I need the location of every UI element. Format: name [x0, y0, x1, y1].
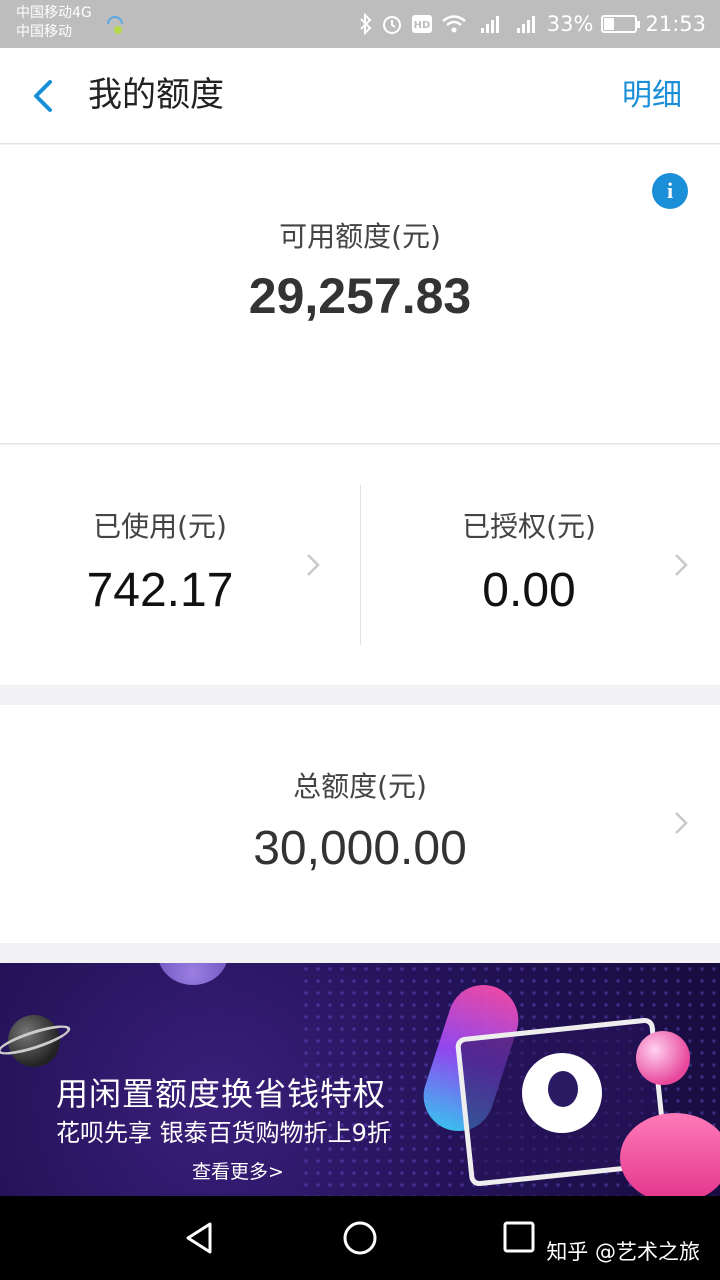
- available-credit-value: 29,257.83: [248, 268, 472, 324]
- clock: 21:53: [645, 12, 706, 36]
- chevron-right-icon: [675, 812, 688, 834]
- detail-link[interactable]: 明细: [622, 76, 682, 116]
- back-arrow-icon[interactable]: [24, 76, 64, 116]
- battery-percent: 33%: [546, 12, 594, 36]
- voice-assistant-icon: [107, 16, 123, 34]
- used-credit-cell[interactable]: 已使用(元) 742.17: [0, 445, 360, 685]
- page-title: 我的额度: [88, 75, 224, 115]
- chevron-right-icon: [675, 554, 688, 576]
- carrier-primary: 中国移动4G: [16, 5, 92, 21]
- banner-more-link[interactable]: 查看更多>: [192, 1157, 284, 1184]
- signal-e-icon: [516, 16, 535, 33]
- system-nav-bar: 知乎 @艺术之旅: [0, 1196, 720, 1280]
- banner-title: 用闲置额度换省钱特权: [56, 1075, 387, 1113]
- chevron-right-icon: [307, 554, 320, 576]
- bluetooth-icon: [360, 13, 372, 35]
- wifi-icon: [441, 15, 466, 33]
- recent-apps-square-icon[interactable]: [502, 1220, 536, 1254]
- watermark: 知乎 @艺术之旅: [546, 1240, 700, 1264]
- authorized-credit-cell[interactable]: 已授权(元) 0.00: [360, 445, 720, 685]
- used-credit-label: 已使用(元): [93, 510, 227, 543]
- status-icons: HD 33% 21:53: [359, 0, 706, 48]
- total-credit-section[interactable]: 总额度(元) 30,000.00: [0, 705, 720, 943]
- total-credit-label: 总额度(元): [293, 770, 427, 803]
- lollipop-graphic: [636, 1031, 690, 1085]
- promo-banner[interactable]: 用闲置额度换省钱特权 花呗先享 银泰百货购物折上9折 查看更多>: [0, 963, 720, 1196]
- alarm-icon: [382, 16, 401, 34]
- signal-4g-icon: [480, 16, 499, 33]
- battery-icon: [601, 15, 641, 33]
- authorized-credit-label: 已授权(元): [462, 510, 596, 543]
- pink-shape-graphic: [620, 1113, 720, 1196]
- status-bar: 中国移动4G 中国移动 HD 33% 21:53: [0, 0, 720, 48]
- carrier-info: 中国移动4G 中国移动: [16, 4, 92, 42]
- total-credit-value: 30,000.00: [253, 822, 467, 875]
- home-circle-icon[interactable]: [342, 1220, 378, 1256]
- hd-icon: HD: [411, 15, 432, 33]
- battery-fill: [604, 18, 615, 30]
- back-triangle-icon[interactable]: [182, 1220, 218, 1256]
- authorized-credit-value: 0.00: [482, 564, 576, 617]
- nav-bar: 我的额度 明细: [0, 48, 720, 144]
- info-icon[interactable]: i: [652, 173, 688, 209]
- moon-graphic: [158, 963, 228, 985]
- carrier-secondary: 中国移动: [16, 24, 72, 40]
- svg-text:HD: HD: [413, 20, 430, 31]
- available-credit-label: 可用额度(元): [279, 220, 441, 253]
- available-credit-section: i 可用额度(元) 29,257.83: [0, 145, 720, 444]
- banner-subtitle: 花呗先享 银泰百货购物折上9折: [56, 1119, 391, 1147]
- usage-section: 已使用(元) 742.17 已授权(元) 0.00: [0, 445, 720, 685]
- huabei-logo-inner: [548, 1071, 578, 1107]
